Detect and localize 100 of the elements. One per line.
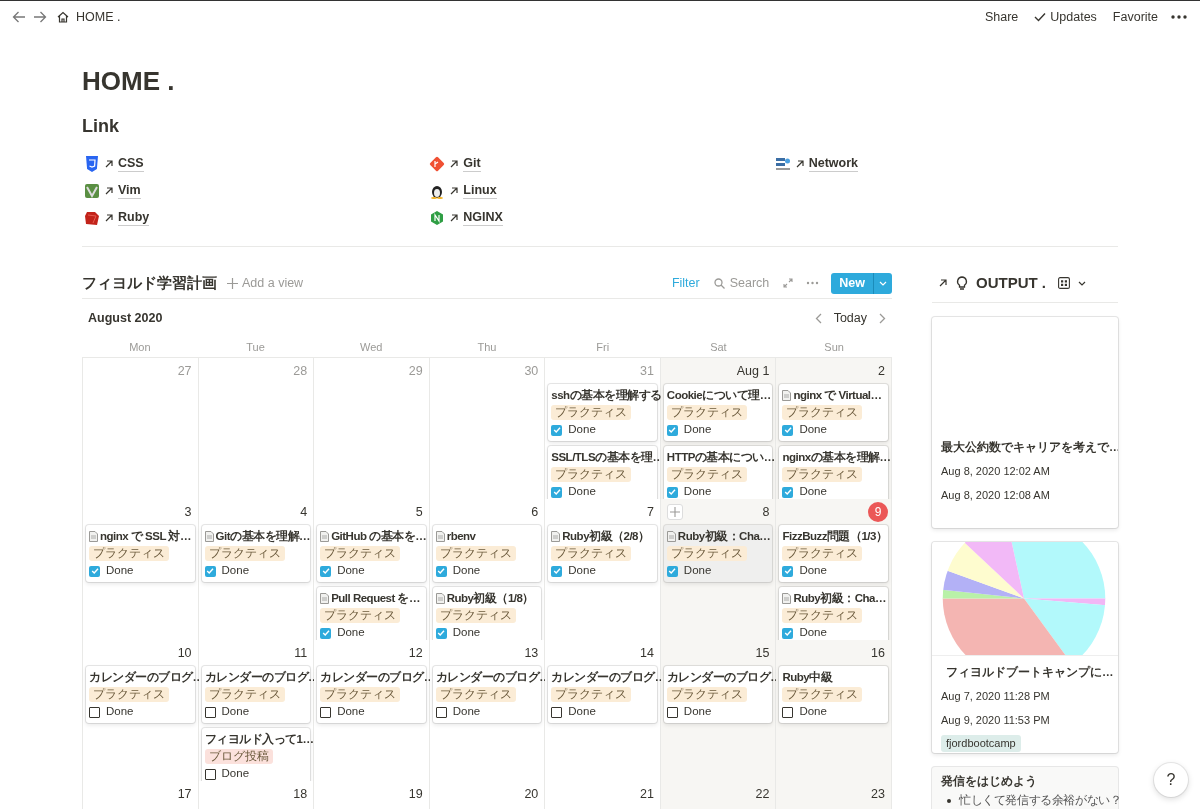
checkbox[interactable] bbox=[666, 424, 678, 436]
date-number: 6 bbox=[531, 503, 539, 521]
checkbox-label: Done bbox=[337, 625, 365, 641]
add-card-button[interactable] bbox=[666, 504, 683, 520]
event-card[interactable]: nginx で Virtual… プラクティス Done bbox=[779, 384, 888, 441]
plus-icon bbox=[669, 507, 680, 517]
checkbox[interactable] bbox=[89, 706, 100, 718]
topbar-button[interactable]: Share bbox=[976, 5, 1027, 29]
checkbox[interactable] bbox=[782, 706, 794, 718]
date-number: 8 bbox=[762, 503, 770, 521]
checkbox-label: Done bbox=[221, 766, 250, 782]
page-link[interactable]: Linux bbox=[463, 182, 497, 199]
date-number: 11 bbox=[294, 644, 308, 662]
help-button[interactable]: ? bbox=[1154, 763, 1188, 797]
event-card[interactable]: rbenv プラクティス Done bbox=[432, 525, 542, 582]
shield-icon bbox=[85, 155, 99, 172]
checkbox[interactable] bbox=[551, 565, 563, 577]
card-title: フィヨルドブートキャンプに… bbox=[946, 664, 1114, 681]
tag: プラクティス bbox=[551, 687, 632, 702]
event-card[interactable]: GitHub の基本を… プラクティス Done bbox=[317, 525, 426, 582]
callout-title: 発信をはじめよう bbox=[941, 774, 1038, 789]
back-arrow-icon[interactable] bbox=[12, 10, 26, 24]
linked-database-title: OUTPUT . bbox=[976, 272, 1046, 293]
topbar-button[interactable]: Updates bbox=[1026, 5, 1105, 29]
section-heading: Link bbox=[82, 115, 120, 138]
event-card[interactable]: Ruby初級：Cha… プラクティス Done bbox=[663, 525, 773, 582]
checkbox[interactable] bbox=[204, 706, 216, 718]
chevron-right-icon[interactable] bbox=[879, 312, 886, 324]
date-number: 15 bbox=[755, 644, 770, 662]
card-title: nginxの基本を理解… bbox=[782, 450, 891, 464]
tag: プラクティス bbox=[435, 608, 516, 623]
card-title: Gitの基本を理解… bbox=[215, 529, 311, 543]
checkbox[interactable] bbox=[204, 768, 216, 780]
month-label: August 2020 bbox=[88, 309, 163, 327]
event-card[interactable]: nginx で SSL 対… プラクティス Done bbox=[86, 525, 195, 582]
checkbox[interactable] bbox=[666, 486, 678, 498]
date-number: 16 bbox=[871, 644, 885, 662]
topbar-button[interactable]: Favorite bbox=[1104, 5, 1166, 29]
tag: プラクティス bbox=[782, 546, 863, 561]
link-arrow-icon bbox=[449, 212, 460, 223]
card-title: Ruby初級（2/8） bbox=[562, 529, 650, 543]
date-number: 20 bbox=[524, 785, 539, 803]
event-card[interactable]: FizzBuzz問題（1/3） プラクティス Done bbox=[779, 525, 888, 582]
checkbox[interactable] bbox=[782, 424, 794, 436]
page-link[interactable]: Vim bbox=[118, 182, 141, 199]
checkbox-label: Done bbox=[106, 704, 134, 720]
date-number: 17 bbox=[177, 785, 192, 803]
weekday-label: Thu bbox=[476, 339, 498, 355]
checkbox[interactable] bbox=[551, 424, 563, 436]
checkbox[interactable] bbox=[782, 627, 794, 639]
today-button[interactable]: Today bbox=[833, 308, 867, 328]
weekday-label: Fri bbox=[595, 339, 611, 355]
checkbox-label: Done bbox=[799, 563, 827, 579]
event-card[interactable]: Gitの基本を理解… プラクティス Done bbox=[201, 525, 311, 582]
tag: fjordbootcamp bbox=[941, 735, 1021, 752]
card-title: rbenv bbox=[446, 529, 476, 543]
date-number: 30 bbox=[524, 362, 539, 380]
tag: ブログ投稿 bbox=[204, 749, 273, 764]
chevron-left-icon[interactable] bbox=[814, 312, 822, 324]
checkbox[interactable] bbox=[435, 627, 447, 639]
checkbox[interactable] bbox=[666, 565, 678, 577]
page-link[interactable]: CSS bbox=[118, 155, 144, 172]
checkbox[interactable] bbox=[666, 706, 678, 718]
page-link[interactable]: Ruby bbox=[118, 209, 150, 226]
checkbox[interactable] bbox=[320, 565, 332, 577]
card-title: GitHub の基本を… bbox=[331, 529, 427, 543]
checkbox[interactable] bbox=[204, 565, 216, 577]
checkbox[interactable] bbox=[435, 706, 447, 718]
checkbox[interactable] bbox=[320, 706, 332, 718]
checkbox[interactable] bbox=[782, 486, 794, 498]
checkbox[interactable] bbox=[551, 706, 563, 718]
checkbox[interactable] bbox=[89, 565, 100, 577]
tag: プラクティス bbox=[435, 687, 516, 702]
checkbox-label: Done bbox=[337, 563, 365, 579]
date-number: 5 bbox=[415, 503, 423, 521]
event-card[interactable]: Ruby初級（2/8） プラクティス Done bbox=[548, 525, 657, 582]
checkbox-label: Done bbox=[799, 625, 827, 641]
tag: プラクティス bbox=[782, 687, 863, 702]
gallery-icon[interactable] bbox=[1058, 277, 1070, 289]
forward-arrow-icon[interactable] bbox=[33, 10, 47, 24]
breadcrumb[interactable]: HOME . bbox=[76, 7, 121, 27]
page-link[interactable]: Git bbox=[463, 155, 481, 172]
date-number: 4 bbox=[300, 503, 308, 521]
gallery-card[interactable]: フィヨルドブートキャンプに… Aug 7, 2020 11:28 PM Aug 9, 2020 11:53 PM fjordbootcamp bbox=[932, 542, 1118, 753]
page-link[interactable]: NGINX bbox=[463, 209, 503, 226]
page-link[interactable]: Network bbox=[808, 155, 858, 172]
chevron-down-icon[interactable] bbox=[1078, 280, 1086, 286]
expand-icon[interactable] bbox=[783, 278, 794, 288]
event-card[interactable]: Ruby中級 プラクティス Done bbox=[779, 666, 888, 723]
checkbox[interactable] bbox=[782, 565, 794, 577]
checkbox-label: Done bbox=[568, 563, 596, 579]
more-icon[interactable] bbox=[1170, 14, 1188, 20]
checkbox[interactable] bbox=[320, 627, 332, 639]
date-number: 3 bbox=[184, 503, 192, 521]
date-number: 21 bbox=[639, 785, 654, 803]
tag: プラクティス bbox=[551, 405, 632, 420]
tag: プラクティス bbox=[782, 467, 863, 482]
checkbox[interactable] bbox=[435, 565, 447, 577]
event-card[interactable]: Cookieについて理… プラクティス Done bbox=[663, 384, 773, 441]
checkbox[interactable] bbox=[551, 486, 563, 498]
